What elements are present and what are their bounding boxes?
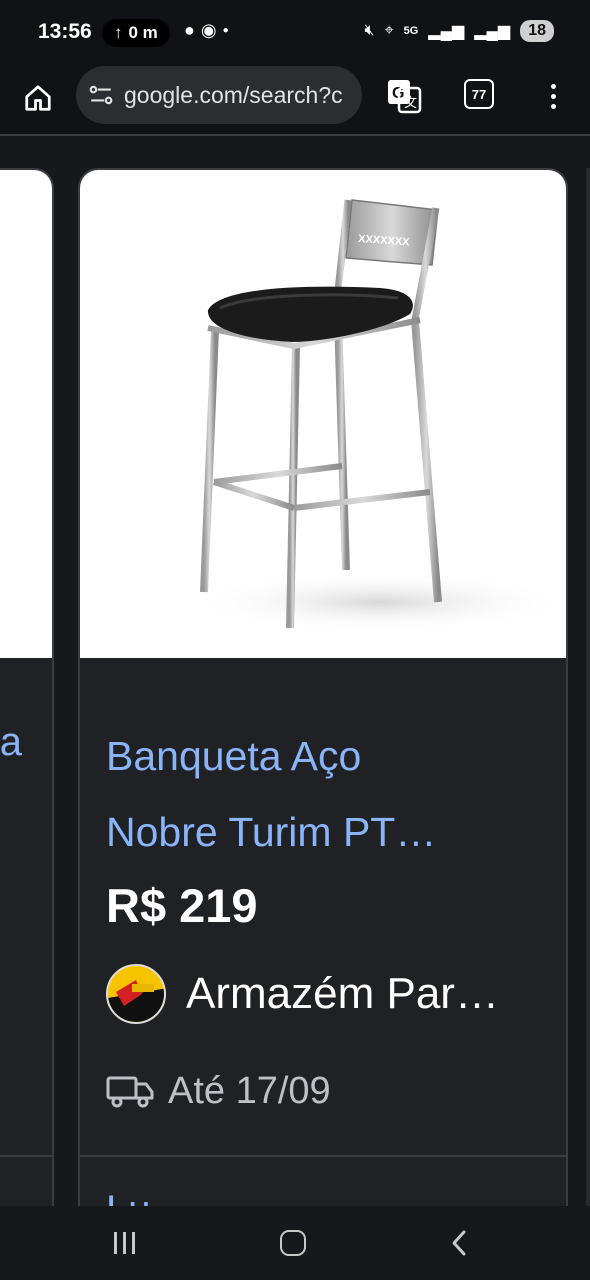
- chat-icon: ●: [184, 20, 195, 40]
- home-nav-button[interactable]: [280, 1230, 306, 1256]
- upload-status-pill: ↑ 0 m: [102, 19, 170, 47]
- translate-icon: G 文: [388, 80, 422, 114]
- recents-button[interactable]: [114, 1232, 135, 1254]
- back-icon: [452, 1230, 466, 1256]
- previous-product-card[interactable]: a: [0, 168, 54, 1206]
- address-bar[interactable]: google.com/search?c: [76, 66, 362, 124]
- next-section-link[interactable]: Lu: [106, 1188, 151, 1206]
- delivery-date: Até 17/09: [168, 1070, 331, 1112]
- next-card-edge: [586, 168, 590, 1206]
- translate-button[interactable]: G 文: [384, 76, 424, 116]
- upload-pill-text: 0 m: [128, 23, 158, 42]
- notification-icons: ● ◉ ●: [184, 20, 229, 41]
- app-notification-icon: ◉: [200, 20, 217, 40]
- store-row[interactable]: Armazém Par…: [106, 964, 499, 1024]
- store-name: Armazém Par…: [186, 969, 499, 1018]
- product-title-link[interactable]: Banqueta Aço Nobre Turim PT…: [106, 718, 546, 870]
- system-icons: 🔇︎ ⌖ 5G ▂▄▆ ▂▄▆ 18: [364, 20, 554, 42]
- location-icon: ⌖: [384, 22, 394, 39]
- product-image[interactable]: XXXXXXX: [80, 170, 566, 658]
- truck-icon: [106, 1076, 154, 1107]
- previous-product-title-fragment: a: [0, 720, 22, 764]
- browser-toolbar: google.com/search?c G 文 77: [0, 64, 590, 136]
- home-icon: [25, 85, 51, 111]
- home-button[interactable]: [18, 78, 58, 118]
- mute-icon: 🔇︎: [364, 22, 375, 39]
- previous-product-image: [0, 170, 52, 658]
- product-price: R$ 219: [106, 879, 258, 932]
- system-navigation-bar: [0, 1206, 590, 1280]
- signal-icon-1: ▂▄▆: [428, 23, 465, 40]
- search-results-carousel: a XXXXXXX Banqueta Aço Nobre Turim PT… R…: [0, 138, 590, 1206]
- status-bar: 13:56 ↑ 0 m ● ◉ ● 🔇︎ ⌖ 5G ▂▄▆ ▂▄▆ 18: [0, 0, 590, 64]
- back-button[interactable]: [446, 1228, 472, 1258]
- bar-stool-image: XXXXXXX: [190, 199, 566, 632]
- signal-icon-2: ▂▄▆: [474, 23, 511, 40]
- status-time: 13:56: [38, 20, 92, 43]
- battery-indicator: 18: [520, 20, 554, 42]
- product-card[interactable]: XXXXXXX Banqueta Aço Nobre Turim PT… R$ …: [78, 168, 568, 1206]
- site-settings-icon[interactable]: [88, 82, 114, 108]
- more-vert-icon[interactable]: [538, 76, 568, 116]
- delivery-row: Até 17/09: [106, 1070, 331, 1113]
- divider: [80, 1155, 566, 1157]
- tabs-icon[interactable]: 77: [464, 79, 494, 109]
- store-logo: [106, 964, 166, 1024]
- svg-text:文: 文: [404, 95, 417, 110]
- url-text: google.com/search?c: [124, 81, 343, 108]
- upload-arrow-icon: ↑: [114, 23, 123, 42]
- divider: [0, 1155, 52, 1157]
- more-notifications-dot: ●: [222, 25, 229, 36]
- network-type-label: 5G: [403, 25, 419, 37]
- product-title-line1: Banqueta Aço: [106, 733, 362, 779]
- product-title-line2: Nobre Turim PT…: [106, 809, 437, 855]
